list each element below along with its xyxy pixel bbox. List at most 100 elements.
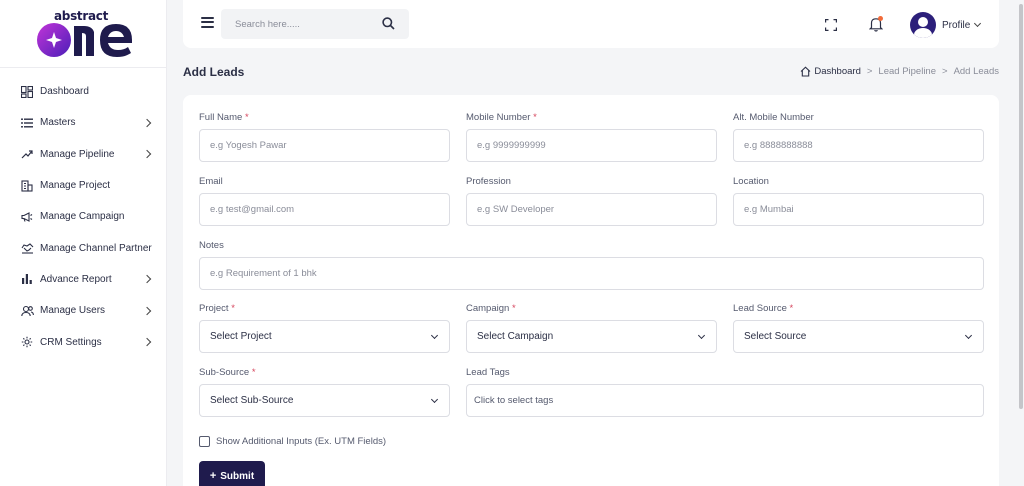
sidebar-item-dashboard[interactable]: Dashboard <box>0 76 167 107</box>
project-label: Project * <box>199 303 235 314</box>
page-scrollbar[interactable] <box>1018 0 1024 486</box>
home-icon <box>800 66 811 77</box>
page-title: Add Leads <box>183 65 245 79</box>
breadcrumb-separator: > <box>866 66 873 77</box>
full-name-label: Full Name * <box>199 112 249 123</box>
sidebar-item-crm-settings[interactable]: CRM Settings <box>0 326 167 357</box>
alt-mobile-input[interactable] <box>733 129 984 162</box>
sidebar-item-label: Advance Report <box>40 273 112 285</box>
email-label: Email <box>199 176 223 187</box>
list-icon <box>20 116 34 130</box>
fullscreen-icon[interactable] <box>825 18 837 31</box>
gear-icon <box>20 335 34 349</box>
notification-dot <box>878 16 883 21</box>
plus-icon: + <box>209 470 217 482</box>
campaign-label: Campaign * <box>466 303 516 314</box>
lead-tags-field: Lead Tags Click to select tags <box>466 367 984 417</box>
lead-tags-label: Lead Tags <box>466 367 510 378</box>
campaign-select[interactable]: Select Campaign <box>466 320 717 353</box>
lead-source-label: Lead Source * <box>733 303 794 314</box>
notes-field: Notes <box>199 240 984 290</box>
sidebar-item-manage-users[interactable]: Manage Users <box>0 295 167 326</box>
breadcrumb-dashboard[interactable]: Dashboard <box>800 66 861 77</box>
submit-button-label: Submit <box>220 470 255 482</box>
chevron-down-icon <box>430 395 439 404</box>
lead-tags-placeholder: Click to select tags <box>474 395 554 406</box>
mobile-number-label: Mobile Number * <box>466 112 537 123</box>
full-name-field: Full Name * <box>199 112 450 162</box>
lead-source-select-value: Select Source <box>744 331 807 342</box>
alt-mobile-field: Alt. Mobile Number <box>733 112 984 162</box>
full-name-input[interactable] <box>199 129 450 162</box>
sidebar-item-label: Manage Users <box>40 305 106 317</box>
notes-label: Notes <box>199 240 224 251</box>
notes-input[interactable] <box>199 257 984 290</box>
sidebar-item-label: Masters <box>40 117 76 129</box>
sidebar-item-label: Manage Campaign <box>40 211 125 223</box>
sub-source-select[interactable]: Select Sub-Source <box>199 384 450 417</box>
campaign-select-value: Select Campaign <box>477 331 554 342</box>
sidebar: abstract Dashboard Masters Manage Pipeli… <box>0 0 167 486</box>
sub-source-field: Sub-Source * Select Sub-Source <box>199 367 450 417</box>
mobile-number-field: Mobile Number * <box>466 112 717 162</box>
breadcrumb: Dashboard > Lead Pipeline > Add Leads <box>800 66 999 77</box>
dashboard-icon <box>20 85 34 99</box>
sidebar-item-manage-project[interactable]: Manage Project <box>0 170 167 201</box>
submit-button[interactable]: + Submit <box>199 461 265 486</box>
megaphone-icon <box>20 210 34 224</box>
menu-toggle-icon[interactable] <box>201 17 214 28</box>
project-select[interactable]: Select Project <box>199 320 450 353</box>
profile-menu[interactable]: Profile <box>910 11 982 39</box>
campaign-field: Campaign * Select Campaign <box>466 303 717 353</box>
users-icon <box>20 304 34 318</box>
lead-source-select[interactable]: Select Source <box>733 320 984 353</box>
chevron-down-icon <box>974 19 982 28</box>
additional-inputs-label[interactable]: Show Additional Inputs (Ex. UTM Fields) <box>216 436 386 447</box>
add-lead-form: Full Name * Mobile Number * Alt. Mobile … <box>183 95 999 486</box>
scrollbar-thumb[interactable] <box>1019 4 1023 409</box>
sidebar-nav: Dashboard Masters Manage Pipeline Manage… <box>0 76 167 358</box>
sidebar-item-advance-report[interactable]: Advance Report <box>0 264 167 295</box>
sub-source-select-value: Select Sub-Source <box>210 395 294 406</box>
pipeline-icon <box>20 147 34 161</box>
chevron-right-icon <box>142 306 152 315</box>
sub-source-label: Sub-Source * <box>199 367 256 378</box>
sidebar-item-label: Dashboard <box>40 86 89 98</box>
alt-mobile-label: Alt. Mobile Number <box>733 112 814 123</box>
profession-field: Profession <box>466 176 717 226</box>
chevron-down-icon <box>697 331 706 340</box>
brand-logo[interactable]: abstract <box>0 0 167 68</box>
breadcrumb-separator: > <box>942 66 948 77</box>
profession-input[interactable] <box>466 193 717 226</box>
building-icon <box>20 179 34 193</box>
mobile-number-input[interactable] <box>466 129 717 162</box>
project-select-value: Select Project <box>210 331 272 342</box>
email-field: Email <box>199 176 450 226</box>
handshake-icon <box>20 241 34 255</box>
avatar <box>910 12 936 38</box>
profile-label: Profile <box>942 19 971 31</box>
topbar: Profile <box>183 0 999 48</box>
lead-source-field: Lead Source * Select Source <box>733 303 984 353</box>
chevron-right-icon <box>142 275 152 284</box>
chevron-right-icon <box>142 149 152 159</box>
additional-inputs-checkbox[interactable] <box>199 436 210 447</box>
location-field: Location <box>733 176 984 226</box>
email-input[interactable] <box>199 193 450 226</box>
breadcrumb-lead-pipeline[interactable]: Lead Pipeline <box>878 66 936 77</box>
chevron-down-icon <box>430 331 439 340</box>
chevron-right-icon <box>142 337 152 347</box>
sidebar-item-manage-channel-partner[interactable]: Manage Channel Partner <box>0 232 167 263</box>
sidebar-item-label: Manage Pipeline <box>40 148 115 160</box>
additional-inputs-option: Show Additional Inputs (Ex. UTM Fields) <box>199 436 386 447</box>
sidebar-item-manage-campaign[interactable]: Manage Campaign <box>0 201 167 232</box>
search-input[interactable] <box>221 9 371 39</box>
breadcrumb-dashboard-label: Dashboard <box>814 66 861 77</box>
lead-tags-input[interactable]: Click to select tags <box>466 384 984 417</box>
sidebar-item-masters[interactable]: Masters <box>0 107 167 138</box>
sidebar-item-manage-pipeline[interactable]: Manage Pipeline <box>0 139 167 170</box>
search-icon[interactable] <box>382 17 395 35</box>
sidebar-item-label: CRM Settings <box>40 336 102 348</box>
location-input[interactable] <box>733 193 984 226</box>
notification-bell-icon[interactable] <box>868 16 884 32</box>
